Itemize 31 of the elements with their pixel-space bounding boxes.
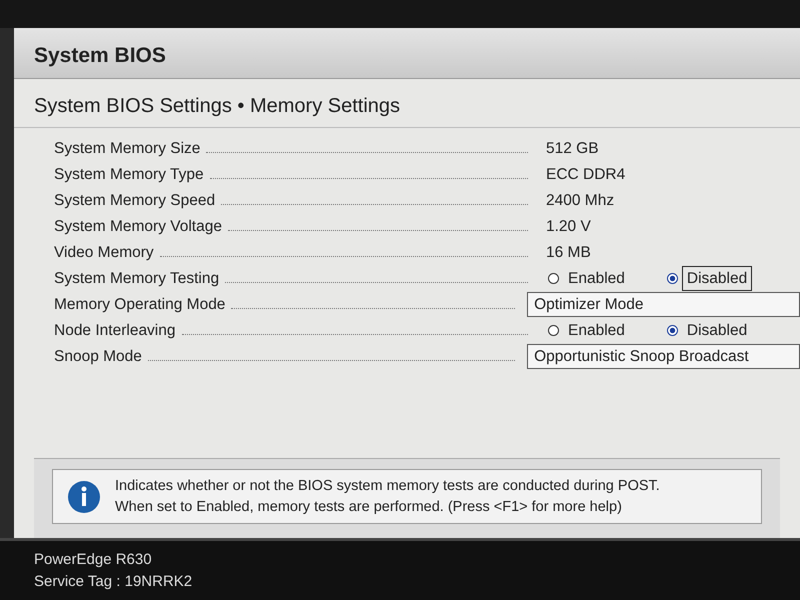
- setting-label: Snoop Mode: [54, 346, 142, 367]
- setting-label: System Memory Voltage: [54, 216, 222, 237]
- header-title: System BIOS: [14, 28, 800, 78]
- radio-button[interactable]: [666, 325, 678, 336]
- radio-button[interactable]: [548, 325, 559, 336]
- radio-button[interactable]: [666, 273, 678, 284]
- model-name: PowerEdge R630: [34, 550, 153, 570]
- service-tag: Service Tag : 19NRRK2: [34, 570, 766, 592]
- info-icon: [67, 480, 101, 514]
- setting-value: 2400 Mhz: [546, 190, 614, 211]
- radio-label[interactable]: Disabled: [682, 318, 752, 342]
- setting-value: ECC DDR4: [546, 164, 626, 185]
- radio-label[interactable]: Enabled: [564, 266, 629, 290]
- help-text: Indicates whether or not the BIOS system memory tests are conducted during POST.: [115, 477, 660, 496]
- dropdown-field[interactable]: Optimizer Mode: [527, 292, 800, 318]
- setting-label: System Memory Testing: [54, 268, 220, 289]
- setting-label: System Memory Speed: [54, 190, 216, 211]
- radio-label[interactable]: Enabled: [564, 318, 629, 342]
- radio-label[interactable]: Disabled: [682, 266, 752, 290]
- setting-value: 1.20 V: [546, 216, 591, 237]
- setting-value: 16 MB: [546, 242, 591, 263]
- setting-label: Video Memory: [54, 242, 154, 263]
- help-text: When set to Enabled, memory tests are performed. (Press <F1> for more help): [115, 498, 623, 517]
- setting-label: System Memory Type: [54, 164, 204, 185]
- page-title: System BIOS Settings • Memory Settings: [14, 78, 800, 128]
- dropdown-field[interactable]: Opportunistic Snoop Broadcast: [527, 344, 800, 370]
- setting-label: Memory Operating Mode: [54, 294, 226, 315]
- radio-button[interactable]: [548, 273, 559, 284]
- setting-label: Node Interleaving: [54, 320, 176, 341]
- setting-label: System Memory Size: [54, 138, 200, 159]
- setting-value: 512 GB: [546, 138, 599, 159]
